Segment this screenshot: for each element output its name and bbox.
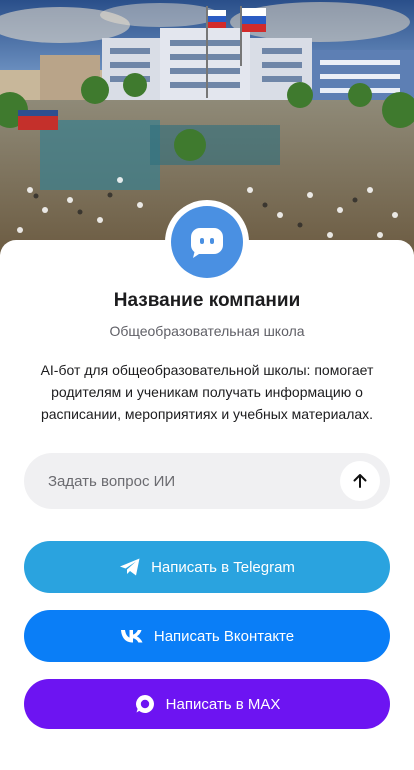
max-icon — [134, 693, 156, 715]
send-button[interactable] — [340, 461, 380, 501]
ask-ai-box — [24, 453, 390, 509]
ask-ai-input[interactable] — [24, 453, 324, 509]
company-name: Название компании — [113, 290, 301, 311]
vk-button[interactable]: Написать Вконтакте — [24, 610, 390, 662]
vk-icon — [120, 628, 144, 644]
telegram-button[interactable]: Написать в Telegram — [24, 541, 390, 593]
telegram-button-label: Написать в Telegram — [151, 558, 295, 576]
company-description: AI-бот для общеобразовательной школы: по… — [40, 362, 374, 422]
max-button-label: Написать в MAX — [165, 695, 281, 713]
vk-button-label: Написать Вконтакте — [153, 627, 295, 645]
chat-bubble-icon — [191, 228, 223, 258]
avatar — [171, 206, 243, 278]
telegram-icon — [119, 557, 141, 577]
max-button[interactable]: Написать в MAX — [24, 679, 390, 729]
arrow-up-icon — [353, 474, 367, 488]
page: Название компании Общеобразовательная шк… — [0, 0, 414, 770]
company-type: Общеобразовательная школа — [109, 323, 305, 339]
